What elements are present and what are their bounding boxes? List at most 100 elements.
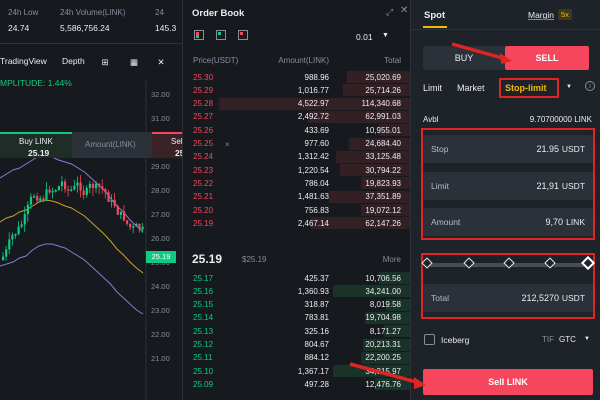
candle-body — [73, 185, 76, 190]
row-price: 25.30 — [193, 72, 214, 82]
header-price: Price(USDT) — [193, 56, 239, 65]
row-price: 25.17 — [193, 273, 214, 283]
row-price: 25.14 — [193, 313, 214, 323]
price-axis-tick: 28.00 — [151, 186, 170, 195]
tab-margin[interactable]: Margin — [528, 10, 554, 20]
trade-panel: Spot Margin 5x BUY SELL Limit Market Sto… — [410, 0, 600, 400]
more-link[interactable]: More — [383, 255, 401, 264]
buy-side-button[interactable]: BUY — [423, 46, 505, 70]
amplitude-value: 1.44% — [47, 78, 72, 88]
row-total: 12,476.76 — [365, 379, 401, 389]
ask-row[interactable]: 25.26 433.69 10,955.01 — [183, 124, 410, 137]
tif-select[interactable]: GTC — [559, 335, 576, 344]
stop-value[interactable]: 21.95 — [536, 144, 559, 154]
sell-tag-label: Sell LINK — [171, 137, 182, 146]
stat-value: 145.3 — [155, 23, 177, 33]
price-axis-tick: 21.00 — [151, 354, 170, 363]
amount-value[interactable]: 9,70 — [545, 217, 563, 227]
candlestick-chart[interactable] — [0, 60, 182, 400]
expand-icon[interactable]: ⤢ — [386, 7, 393, 18]
trade-tabs: Spot Margin 5x — [411, 0, 600, 30]
order-type-stop-limit[interactable]: Stop-limit — [499, 78, 559, 98]
ask-row[interactable]: 25.24 1,312.42 33,125.48 — [183, 150, 410, 163]
row-total: 19,704.98 — [365, 313, 401, 323]
row-price: 25.22 — [193, 178, 214, 188]
close-icon[interactable]: ✕ — [400, 5, 408, 16]
stop-label: Stop — [431, 144, 449, 154]
row-total: 25,020.69 — [365, 72, 401, 82]
amount-tag-label: Amount(LINK) — [85, 140, 136, 149]
indicator-line — [0, 199, 144, 274]
amount-slider[interactable] — [421, 255, 596, 271]
total-field[interactable]: Total 212,5270 USDT — [423, 284, 593, 312]
limit-unit: USDT — [561, 181, 585, 191]
order-type-limit[interactable]: Limit — [423, 83, 442, 93]
sell-link-button[interactable]: Sell LINK — [423, 369, 593, 395]
bid-row[interactable]: 25.17 425.37 10,706.56 — [183, 272, 410, 284]
price-axis-tick: 23.00 — [151, 306, 170, 315]
bid-row[interactable]: 25.10 1,367.17 34,315.97 — [183, 365, 410, 378]
ask-row[interactable]: 25.27 2,492.72 62,991.03 — [183, 110, 410, 123]
stat-value: 5,586,756.24 — [60, 23, 110, 33]
row-price: 25.28 — [193, 99, 214, 109]
tab-spot[interactable]: Spot — [424, 10, 445, 21]
chevron-down-icon[interactable]: ▼ — [584, 336, 590, 342]
chart-sell-tag[interactable]: Sell LINK 25.17 — [152, 132, 182, 158]
ask-row[interactable]: 25.25 977.60 24,684.40 — [183, 137, 410, 150]
candle-body — [70, 189, 73, 191]
stop-price-field[interactable]: Stop 21.95 USDT — [423, 135, 593, 163]
total-value[interactable]: 212,5270 — [521, 293, 559, 303]
row-amount: 1,312.42 — [297, 152, 329, 162]
bid-row[interactable]: 25.11 884.12 22,200.25 — [183, 351, 410, 364]
ask-row[interactable]: 25.29 1,016.77 25,714.26 — [183, 84, 410, 97]
amount-field[interactable]: Amount 9,70 LINK — [423, 208, 593, 236]
candle-body — [95, 183, 98, 189]
limit-price-field[interactable]: Limit 21,91 USDT — [423, 172, 593, 200]
view-both-icon[interactable] — [194, 30, 204, 40]
row-total: 19,072.12 — [365, 205, 401, 215]
row-amount: 318.87 — [304, 300, 329, 310]
bid-row[interactable]: 25.14 783.81 19,704.98 — [183, 311, 410, 324]
info-icon[interactable]: i — [585, 81, 595, 91]
candle-body — [104, 189, 107, 193]
limit-value[interactable]: 21,91 — [536, 181, 559, 191]
candle-body — [85, 187, 88, 196]
iceberg-checkbox[interactable] — [424, 334, 435, 345]
ask-row[interactable]: 25.28 4,522.97 114,340.68 — [183, 97, 410, 110]
row-amount: 1,367.17 — [297, 366, 329, 376]
order-type-market[interactable]: Market — [457, 83, 485, 93]
ask-row[interactable]: 25.22 786.04 19,823.93 — [183, 177, 410, 190]
bid-row[interactable]: 25.09 497.28 12,476.76 — [183, 378, 410, 391]
chart-buy-tag[interactable]: Buy LINK 25.19 — [0, 132, 72, 158]
candle-body — [57, 186, 60, 191]
bid-row[interactable]: 25.12 804.67 20,213.31 — [183, 338, 410, 351]
ask-row[interactable]: 25.23 1,220.54 30,794.22 — [183, 164, 410, 177]
row-price: 25.10 — [193, 366, 214, 376]
row-price: 25.16 — [193, 286, 214, 296]
chevron-down-icon[interactable]: ▼ — [566, 84, 572, 90]
view-bids-icon[interactable] — [216, 30, 227, 40]
order-type-stop-limit-label: Stop-limit — [505, 83, 547, 93]
ask-row[interactable]: 25.30 988.96 25,020.69 — [183, 71, 410, 83]
chevron-down-icon[interactable]: ▼ — [382, 32, 389, 39]
row-amount: 1,481.63 — [297, 192, 329, 202]
tick-size-select[interactable]: 0.01 — [356, 32, 373, 42]
bid-row[interactable]: 25.16 1,360.93 34,241.00 — [183, 285, 410, 298]
bid-row[interactable]: 25.15 318.87 8,019.58 — [183, 298, 410, 311]
row-amount: 4,522.97 — [297, 99, 329, 109]
bid-row[interactable]: 25.13 325.16 8,171.27 — [183, 325, 410, 338]
view-asks-icon[interactable] — [238, 30, 249, 40]
ask-row[interactable]: 25.19 2,467.14 62,147.26 — [183, 217, 410, 230]
sell-side-button[interactable]: SELL — [505, 46, 589, 70]
row-price: 25.12 — [193, 340, 214, 349]
ask-row[interactable]: 25.21 1,481.63 37,351.89 — [183, 190, 410, 203]
close-icon[interactable]: × — [225, 140, 230, 149]
chart-amount-tag[interactable]: Amount(LINK) — [72, 132, 152, 158]
candle-body — [98, 183, 101, 187]
sell-tag-price: 25.17 — [175, 148, 182, 158]
candle-body — [126, 220, 129, 224]
price-axis-tick: 29.00 — [151, 162, 170, 171]
candle-body — [101, 186, 104, 190]
ask-row[interactable]: 25.20 756.83 19,072.12 — [183, 204, 410, 216]
candle-body — [54, 190, 57, 192]
